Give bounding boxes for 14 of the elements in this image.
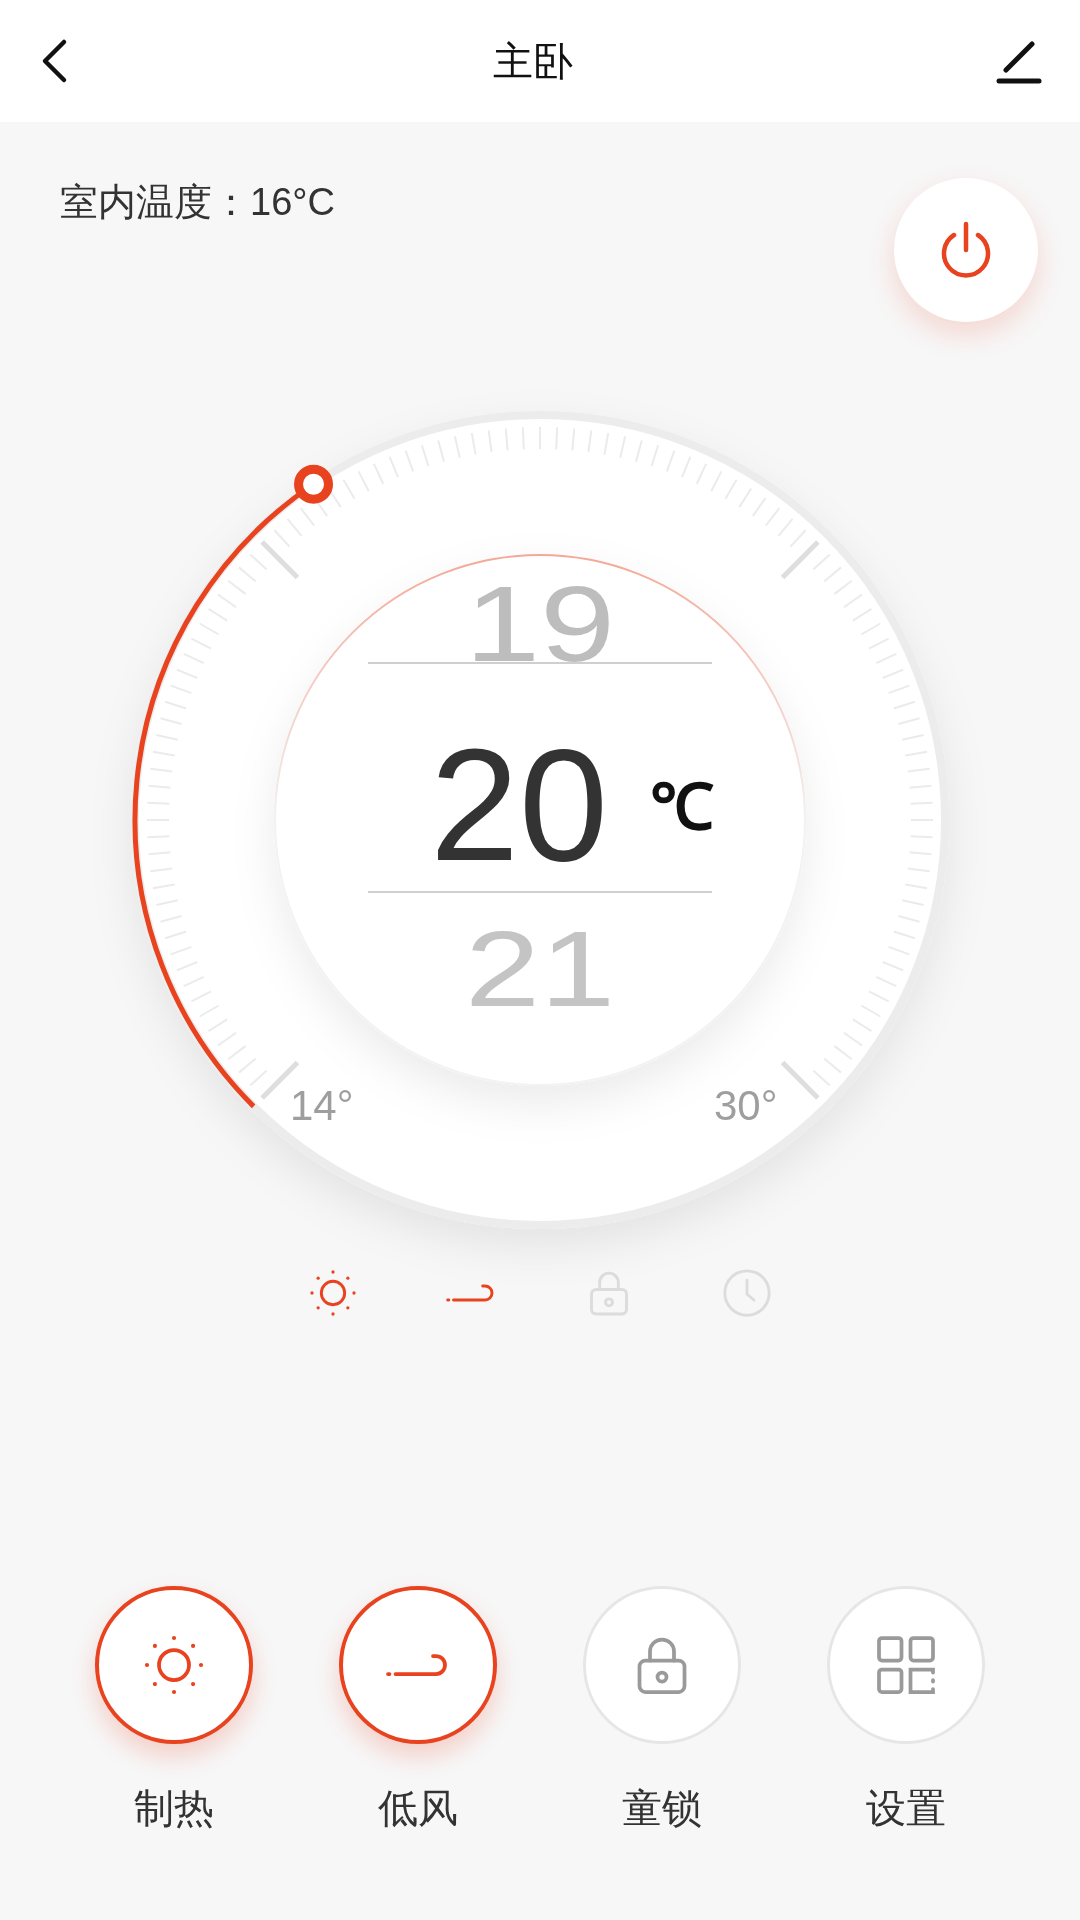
mode-label: 制热 xyxy=(134,1785,214,1832)
window-title: 主卧 xyxy=(493,38,573,85)
unit-label: ℃ xyxy=(650,775,714,839)
dial-handle[interactable] xyxy=(294,464,334,504)
current-temperature: 20 xyxy=(430,725,608,885)
mode-label: 低风 xyxy=(378,1785,458,1832)
indoor-temperature: 室内温度：16°C xyxy=(60,180,335,225)
next-value: 21 xyxy=(463,915,617,1023)
pencil-icon[interactable] xyxy=(996,38,1042,84)
min-label: 14° xyxy=(290,1085,354,1127)
mode-label: 童锁 xyxy=(622,1785,702,1832)
max-label: 30° xyxy=(714,1085,778,1127)
previous-value: 19 xyxy=(463,570,617,678)
mode-label: 设置 xyxy=(866,1785,946,1832)
